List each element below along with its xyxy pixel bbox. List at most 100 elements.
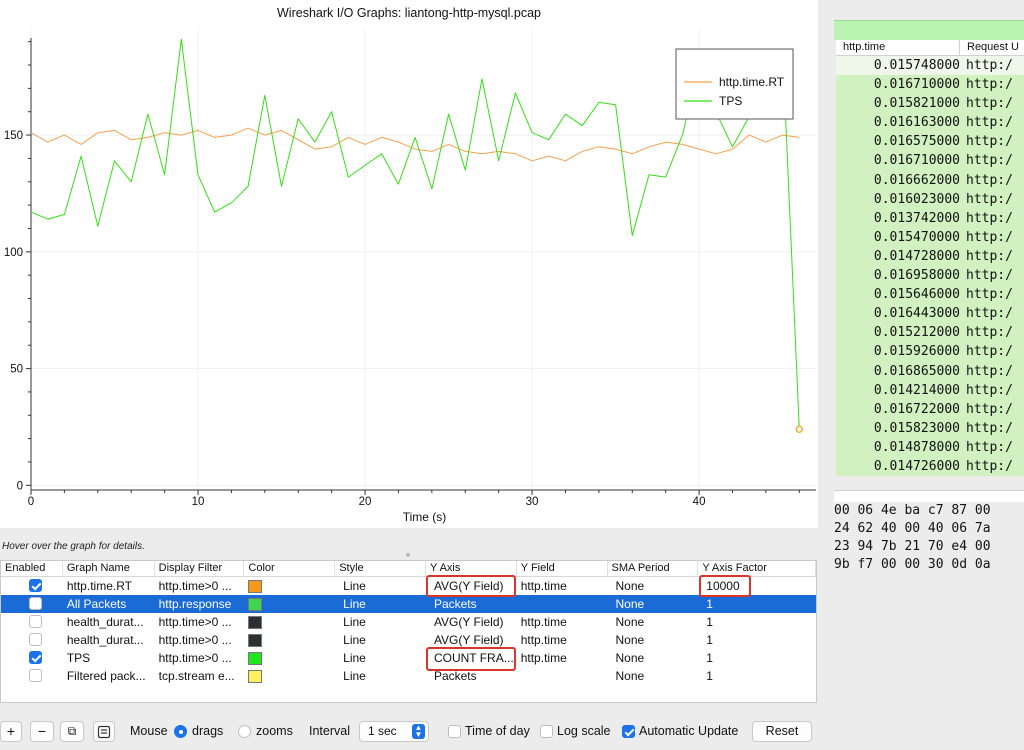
graph-row[interactable]: health_durat... http.time>0 ... Line AVG(Y … (1, 613, 816, 631)
color-swatch[interactable] (248, 652, 263, 665)
y-axis-factor-cell[interactable]: 1 (698, 595, 816, 613)
display-filter-cell[interactable]: http.time>0 ... (155, 613, 245, 631)
packet-row[interactable]: 0.016443000 http:/ (836, 304, 1024, 323)
color-cell[interactable] (244, 595, 335, 613)
sma-period-cell[interactable]: None (607, 595, 698, 613)
color-swatch[interactable] (248, 580, 263, 593)
y-field-cell[interactable] (517, 595, 608, 613)
packet-row[interactable]: 0.015823000 http:/ (836, 419, 1024, 438)
color-cell[interactable] (244, 577, 335, 595)
style-cell[interactable]: Line (335, 667, 426, 685)
automatic-update-checkbox[interactable] (622, 725, 635, 738)
enabled-cell[interactable] (1, 649, 63, 667)
packet-row[interactable]: 0.016163000 http:/ (836, 113, 1024, 132)
color-swatch[interactable] (248, 616, 263, 629)
sma-period-cell[interactable]: None (607, 667, 698, 685)
packet-row[interactable]: 0.016023000 http:/ (836, 190, 1024, 209)
zooms-radio[interactable] (238, 725, 251, 738)
style-cell[interactable]: Line (335, 631, 426, 649)
graph-name-cell[interactable]: http.time.RT (63, 577, 155, 595)
packet-row[interactable]: 0.016958000 http:/ (836, 266, 1024, 285)
interval-select[interactable]: 1 sec ▲ ▼ (359, 721, 429, 742)
clear-graphs-button[interactable] (93, 721, 115, 742)
sma-period-cell[interactable]: None (607, 577, 698, 595)
packet-row[interactable]: 0.015470000 http:/ (836, 228, 1024, 247)
packet-row[interactable]: 0.015821000 http:/ (836, 94, 1024, 113)
reset-button[interactable]: Reset (752, 721, 812, 742)
column-header[interactable]: Y Axis Factor (698, 561, 817, 576)
graph-row[interactable]: All Packets http.response Line Packets None 1 (1, 595, 816, 613)
enabled-checkbox[interactable] (29, 597, 42, 610)
y-field-cell[interactable]: http.time (517, 613, 608, 631)
color-cell[interactable] (244, 613, 335, 631)
column-header[interactable]: Color (244, 561, 336, 576)
y-axis-cell[interactable]: AVG(Y Field) (426, 613, 517, 631)
y-axis-cell[interactable]: Packets (426, 595, 517, 613)
display-filter-cell[interactable]: tcp.stream e... (155, 667, 245, 685)
enabled-cell[interactable] (1, 631, 63, 649)
packet-row[interactable]: 0.014726000 http:/ (836, 457, 1024, 476)
splitter-handle[interactable] (406, 553, 410, 557)
display-filter-cell[interactable]: http.time>0 ... (155, 649, 245, 667)
zooms-label[interactable]: zooms (256, 724, 293, 738)
packet-row[interactable]: 0.016722000 http:/ (836, 400, 1024, 419)
enabled-checkbox[interactable] (29, 651, 42, 664)
remove-graph-button[interactable]: − (30, 721, 54, 742)
column-header[interactable]: Y Field (517, 561, 608, 576)
col-http-time[interactable]: http.time (836, 40, 960, 55)
packet-row[interactable]: 0.016662000 http:/ (836, 171, 1024, 190)
packet-row[interactable]: 0.014214000 http:/ (836, 381, 1024, 400)
graph-name-cell[interactable]: TPS (63, 649, 155, 667)
packet-row[interactable]: 0.015212000 http:/ (836, 323, 1024, 342)
graph-row[interactable]: Filtered pack... tcp.stream e... Line Packe… (1, 667, 816, 685)
column-header[interactable]: Graph Name (63, 561, 155, 576)
display-filter-cell[interactable]: http.time>0 ... (155, 577, 245, 595)
color-swatch[interactable] (248, 634, 263, 647)
graph-name-cell[interactable]: health_durat... (63, 613, 155, 631)
packet-row[interactable]: 0.014878000 http:/ (836, 438, 1024, 457)
col-request-uri[interactable]: Request U (960, 40, 1019, 55)
style-cell[interactable]: Line (335, 649, 426, 667)
io-chart[interactable]: 0 10 20 30 40 0 50 100 150 Time (s) http.time.RT TP… (0, 0, 818, 528)
add-graph-button[interactable]: + (0, 721, 22, 742)
enabled-cell[interactable] (1, 595, 63, 613)
packet-row[interactable]: 0.014728000 http:/ (836, 247, 1024, 266)
y-field-cell[interactable]: http.time (517, 577, 608, 595)
automatic-update-label[interactable]: Automatic Update (639, 724, 738, 738)
color-cell[interactable] (244, 649, 335, 667)
enabled-checkbox[interactable] (29, 669, 42, 682)
drags-radio[interactable] (174, 725, 187, 738)
graph-row[interactable]: health_durat... http.time>0 ... Line AVG(Y … (1, 631, 816, 649)
packet-row[interactable]: 0.015646000 http:/ (836, 285, 1024, 304)
style-cell[interactable]: Line (335, 577, 426, 595)
color-cell[interactable] (244, 667, 335, 685)
sma-period-cell[interactable]: None (607, 649, 698, 667)
pane-divider[interactable] (834, 490, 1024, 502)
graph-area[interactable]: Wireshark I/O Graphs: liantong-http-mysq… (0, 0, 818, 528)
enabled-cell[interactable] (1, 577, 63, 595)
y-axis-factor-cell[interactable]: 1 (698, 613, 816, 631)
column-header[interactable]: Style (335, 561, 426, 576)
enabled-checkbox[interactable] (29, 615, 42, 628)
enabled-cell[interactable] (1, 667, 63, 685)
sma-period-cell[interactable]: None (607, 631, 698, 649)
y-axis-factor-cell[interactable]: 1 (698, 631, 816, 649)
y-field-cell[interactable]: http.time (517, 631, 608, 649)
graph-row[interactable]: TPS http.time>0 ... Line COUNT FRA... http.t… (1, 649, 816, 667)
packet-row[interactable]: 0.016710000 http:/ (836, 151, 1024, 170)
y-field-cell[interactable]: http.time (517, 649, 608, 667)
sma-period-cell[interactable]: None (607, 613, 698, 631)
y-axis-factor-cell[interactable]: 1 (698, 667, 816, 685)
display-filter-cell[interactable]: http.time>0 ... (155, 631, 245, 649)
style-cell[interactable]: Line (335, 595, 426, 613)
graph-name-cell[interactable]: Filtered pack... (63, 667, 155, 685)
column-header[interactable]: Enabled (1, 561, 63, 576)
graph-name-cell[interactable]: All Packets (63, 595, 155, 613)
column-header[interactable]: Display Filter (155, 561, 245, 576)
graph-row[interactable]: http.time.RT http.time>0 ... Line AVG(Y Fie… (1, 577, 816, 595)
packet-row[interactable]: 0.016575000 http:/ (836, 132, 1024, 151)
time-of-day-label[interactable]: Time of day (465, 724, 530, 738)
y-field-cell[interactable] (517, 667, 608, 685)
packet-row[interactable]: 0.016865000 http:/ (836, 362, 1024, 381)
column-header[interactable]: Y Axis (426, 561, 517, 576)
